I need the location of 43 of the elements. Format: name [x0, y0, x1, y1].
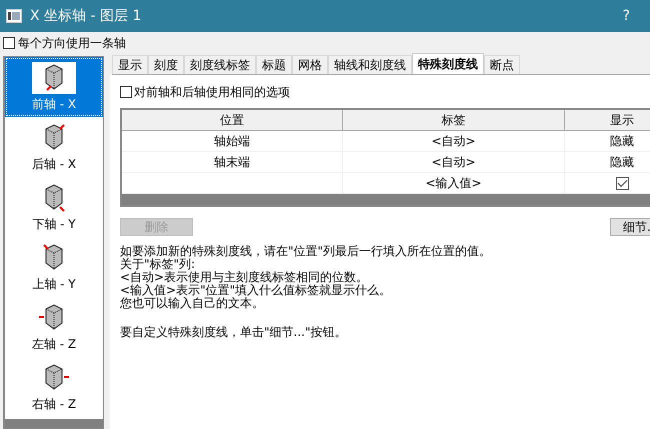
checkbox[interactable]: [120, 86, 132, 98]
tab[interactable]: 标题: [256, 55, 292, 74]
checkbox[interactable]: [616, 176, 628, 190]
details-button[interactable]: 细节.: [610, 218, 650, 236]
tab[interactable]: 网格: [292, 55, 328, 74]
axis-label: 前轴 - X: [32, 96, 76, 112]
window-icon: [6, 9, 22, 23]
tab[interactable]: 显示: [112, 55, 148, 74]
axis-item[interactable]: 右轴 - Z: [5, 357, 103, 417]
axis-item[interactable]: 上轴 - Y: [5, 237, 103, 297]
axis-label: 后轴 - X: [32, 156, 76, 172]
table-cell[interactable]: <自动>: [343, 131, 565, 152]
axis-item[interactable]: 下轴 - Y: [5, 177, 103, 237]
table-cell[interactable]: 隐藏: [565, 152, 650, 173]
axis-item[interactable]: 左轴 - Z: [5, 297, 103, 357]
help-text: 要自定义特殊刻度线，单击"细节..."按钮。: [120, 325, 346, 339]
table-cell[interactable]: <自动>: [343, 152, 565, 173]
checkbox-label: 每个方向使用一条轴: [18, 34, 126, 52]
help-text: 关于"标签"列:: [120, 257, 196, 271]
column-header: 显示: [565, 110, 650, 131]
help-text: <自动>表示使用与主刻度线标签相同的位数。: [120, 270, 368, 284]
axis-item[interactable]: 前轴 - X: [5, 57, 103, 117]
column-header: 位置: [122, 110, 343, 131]
table-cell[interactable]: 隐藏: [565, 131, 650, 152]
axis-label: 下轴 - Y: [32, 216, 76, 232]
tab[interactable]: 特殊刻度线: [412, 53, 484, 74]
tab[interactable]: 刻度线标签: [184, 55, 256, 74]
axis-label: 左轴 - Z: [32, 336, 76, 352]
axis-label: 上轴 - Y: [32, 276, 76, 292]
window-title: X 坐标轴 - 图层 1: [30, 7, 142, 25]
checkbox-label: 对前轴和后轴使用相同的选项: [134, 84, 290, 100]
table-cell[interactable]: 轴始端: [122, 131, 343, 152]
help-text: 您也可以输入自己的文本。: [120, 296, 264, 310]
table-cell[interactable]: 轴末端: [122, 152, 343, 173]
axis-item[interactable]: 后轴 - X: [5, 117, 103, 177]
tab[interactable]: 断点: [484, 55, 520, 74]
help-button[interactable]: ?: [622, 8, 630, 24]
tab[interactable]: 刻度: [148, 55, 184, 74]
help-text: 如要添加新的特殊刻度线，请在"位置"列最后一行填入所在位置的值。: [120, 244, 492, 258]
axis-label: 右轴 - Z: [32, 396, 76, 412]
help-text: <输入值>表示"位置"填入什么值标签就显示什么。: [120, 283, 392, 297]
checkbox[interactable]: [3, 37, 15, 49]
column-header: 标签: [343, 110, 565, 131]
